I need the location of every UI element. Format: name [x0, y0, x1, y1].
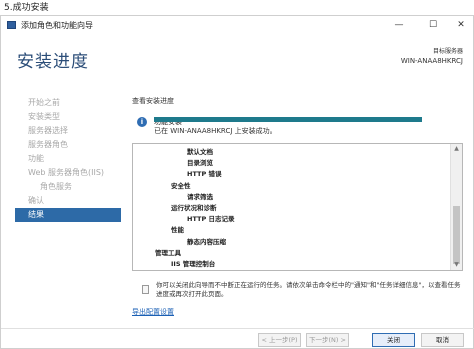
list-item: 性能 — [171, 226, 184, 235]
window-title: 添加角色和功能向导 — [21, 21, 93, 30]
info-note: 你可以关闭此向导而不中断正在运行的任务。请依次单击命令栏中的"通知"和"任务详细… — [156, 281, 461, 298]
caption-text: 5.成功安装 — [0, 0, 474, 16]
sidebar-item[interactable]: 功能 — [15, 152, 121, 166]
title-bar: 添加角色和功能向导 — ☐ ✕ — [1, 16, 473, 35]
next-button[interactable]: 下一步(N) > — [306, 333, 349, 347]
list-item: 安全性 — [171, 181, 191, 190]
sidebar-item[interactable]: 角色服务 — [15, 180, 121, 194]
sidebar-item[interactable]: 安装类型 — [15, 110, 121, 124]
sidebar-item[interactable]: 服务器选择 — [15, 124, 121, 138]
sidebar-item[interactable]: 确认 — [15, 194, 121, 208]
sidebar-item[interactable]: 服务器角色 — [15, 138, 121, 152]
minimize-button[interactable]: — — [385, 16, 413, 35]
results-list[interactable]: 默认文档目录浏览 HTTP 错误安全性请求筛选运行状况和诊断 HTTP 日志记录 性能… — [132, 143, 463, 271]
wizard-window: 添加角色和功能向导 — ☐ ✕ 安装进度 目标服务器 WIN-ANAA8HKRC… — [0, 15, 474, 349]
sidebar-item[interactable]: Web 服务器角色(IIS) — [15, 166, 121, 180]
section-label: 查看安装进度 — [132, 97, 174, 105]
export-config-link[interactable]: 导出配置设置 — [132, 307, 174, 317]
main-content: 查看安装进度 i 功能安装 — [132, 96, 462, 130]
list-item: HTTP 错误 — [187, 170, 222, 179]
info-icon: i — [137, 117, 147, 127]
close-window-button[interactable]: ✕ — [447, 16, 474, 35]
success-message: 已在 WIN-ANAA8HKRCJ 上安装成功。 — [154, 127, 277, 135]
cancel-button[interactable]: 取消 — [421, 333, 464, 347]
list-item: 目录浏览 — [187, 159, 213, 168]
notification-flag-icon — [142, 285, 149, 294]
progress-bar — [154, 117, 422, 122]
list-item: 运行状况和诊断 — [171, 204, 217, 212]
target-server-label: 目标服务器 — [432, 48, 463, 55]
previous-button[interactable]: < 上一步(P) — [258, 333, 301, 347]
list-item: 默认文档 — [187, 148, 213, 156]
maximize-button[interactable]: ☐ — [419, 16, 447, 35]
sidebar-item[interactable]: 开始之前 — [15, 96, 121, 110]
close-button[interactable]: 关闭 — [372, 333, 415, 347]
list-item: 静态内容压缩 — [187, 237, 226, 246]
app-icon — [7, 21, 16, 29]
scroll-down-icon[interactable]: ▼ — [451, 260, 462, 270]
list-item: HTTP 日志记录 — [187, 215, 235, 224]
sidebar-item[interactable]: 结果 — [15, 208, 121, 222]
progress-fill — [154, 117, 422, 122]
results-list-items: 默认文档目录浏览 HTTP 错误安全性请求筛选运行状况和诊断 HTTP 日志记录 性能… — [133, 144, 451, 270]
list-item: IIS 管理控制台 — [171, 260, 216, 268]
list-item: 管理工具 — [155, 248, 181, 257]
scrollbar-thumb[interactable] — [453, 206, 460, 264]
list-item: 请求筛选 — [187, 192, 213, 201]
vertical-scrollbar[interactable]: ▲ ▼ — [450, 144, 462, 270]
footer-divider — [1, 328, 474, 329]
page-title: 安装进度 — [17, 52, 89, 72]
wizard-sidebar: 开始之前 安装类型 服务器选择 服务器角色 功能 Web 服务器角色(IIS) 角色服务 确认… — [15, 96, 121, 222]
target-server-name: WIN-ANAA8HKRCJ — [400, 57, 463, 65]
scroll-up-icon[interactable]: ▲ — [451, 144, 462, 154]
